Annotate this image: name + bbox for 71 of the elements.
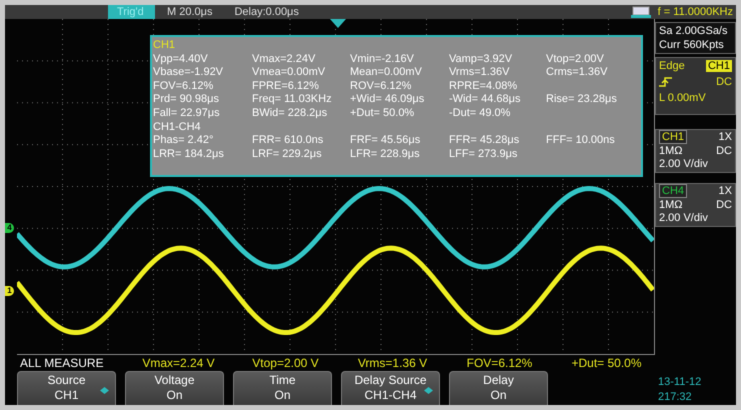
scale-label: 2.00 V/div	[659, 212, 709, 224]
frequency-readout: f = 11.0000KHz	[658, 6, 733, 18]
measurement-value: -Wid= 44.68μs	[449, 93, 522, 107]
measurement-value: Vmax=2.24 V	[141, 355, 216, 371]
timebase-label: M 20.0μs	[167, 6, 212, 18]
memory-depth-label: Curr 560Kpts	[659, 39, 725, 51]
measurement-value: FOV=6.12%	[466, 355, 534, 371]
channel-marker[interactable]: 1	[5, 286, 14, 296]
measurement-value: Vmax=2.24V	[252, 52, 316, 66]
impedance-label: 1MΩ	[659, 199, 683, 211]
channel-marker[interactable]: 4	[5, 223, 14, 234]
measurement-value: Crms=1.36V	[546, 66, 608, 80]
measurement-value: ROV=6.12%	[350, 80, 412, 94]
measurement-value: -Dut= 49.0%	[449, 106, 512, 121]
measurement-value: FRR= 610.0ns	[252, 134, 324, 148]
sample-rate-label: Sa 2.00GSa/s	[659, 25, 728, 37]
measurement-value: Vtop=2.00V	[546, 52, 605, 66]
trigger-status: Trig'd	[108, 5, 155, 19]
measurement-value: Vrms=1.36V	[449, 66, 510, 80]
scale-label: 2.00 V/div	[659, 158, 709, 170]
measurement-value: RPRE=4.08%	[449, 80, 518, 94]
section-title: CH1-CH4	[152, 120, 201, 134]
measurement-value: Vmea=0.00mV	[252, 66, 326, 80]
softkey-button[interactable]: Delay Source CH1-CH4	[341, 371, 440, 405]
date-label: 13-11-12	[658, 376, 702, 388]
coupling-label: DC	[716, 145, 732, 157]
channel-tab[interactable]: CH4	[659, 184, 688, 198]
time-label: 217:32	[658, 391, 693, 403]
section-title: CH1	[152, 39, 176, 53]
measurement-value: Vtop=2.00 V	[251, 355, 320, 371]
softkey-button[interactable]: Voltage On	[125, 371, 224, 405]
measurement-value: +Dut= 50.0%	[570, 355, 643, 371]
measurement-value: LRR= 184.2μs	[153, 148, 225, 162]
softkey-button[interactable]: Time On	[233, 371, 332, 405]
measurement-value: FRF= 45.56μs	[350, 134, 422, 148]
measurement-value: Rise= 23.28μs	[546, 93, 618, 107]
measurement-value: Prd= 90.98μs	[153, 93, 220, 107]
measurement-value: Freq= 11.03KHz	[252, 93, 333, 107]
measurement-value: Vamp=3.92V	[449, 52, 514, 66]
channel-tab[interactable]: CH1	[659, 130, 688, 144]
rising-edge-icon	[659, 77, 673, 87]
measure-bar-title: ALL MEASURE	[19, 355, 105, 371]
softkey-button[interactable]: Source CH1	[17, 371, 116, 405]
measurement-value: Phas= 2.42°	[153, 134, 214, 148]
softkey-button[interactable]: Delay On	[449, 371, 548, 405]
measurement-value: Vpp=4.40V	[153, 52, 209, 66]
measurement-value: Vmin=-2.16V	[350, 52, 415, 66]
measurement-value: LRF= 229.2μs	[252, 148, 323, 162]
coupling-label: DC	[716, 199, 732, 211]
measurement-value: Vrms=1.36 V	[356, 355, 428, 371]
computer-icon	[630, 6, 652, 18]
measurement-value: FFF= 10.00ns	[546, 134, 616, 148]
trigger-type-label: Edge	[659, 60, 685, 72]
measurement-value: Vbase=-1.92V	[153, 66, 224, 80]
trigger-level-label: L 0.00mV	[659, 92, 707, 104]
measurement-value: Mean=0.00mV	[350, 66, 423, 80]
measurement-value: BWid= 228.2μs	[252, 106, 328, 121]
trigger-source-badge: CH1	[706, 60, 732, 72]
impedance-label: 1MΩ	[659, 145, 683, 157]
probe-label: 1X	[718, 185, 732, 197]
trigger-coupling-label: DC	[716, 76, 732, 88]
measurement-value: FOV=6.12%	[153, 80, 214, 94]
measurement-value: FPRE=6.12%	[252, 80, 320, 94]
measurement-value: LFF= 273.9μs	[449, 148, 518, 162]
measurement-value: +Wid= 46.09μs	[350, 93, 426, 107]
delay-label: Delay:0.00μs	[234, 6, 299, 18]
measurement-value: Fall= 22.97μs	[153, 106, 221, 121]
measurement-value: LFR= 228.9μs	[350, 148, 421, 162]
measurement-value: FFR= 45.28μs	[449, 134, 520, 148]
probe-label: 1X	[718, 131, 732, 143]
measurement-value: +Dut= 50.0%	[350, 106, 416, 121]
